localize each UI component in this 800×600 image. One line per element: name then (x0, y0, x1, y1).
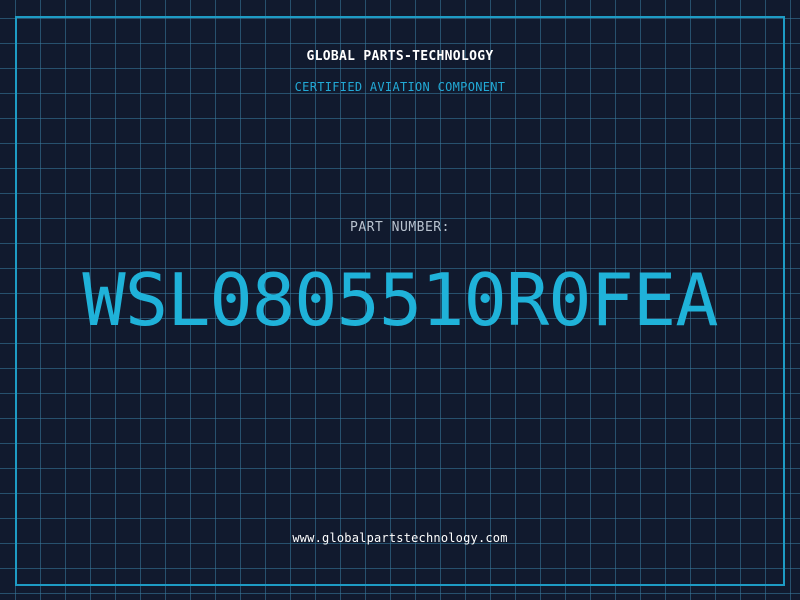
subtitle: CERTIFIED AVIATION COMPONENT (294, 80, 506, 94)
company-name: GLOBAL PARTS-TECHNOLOGY (306, 49, 494, 64)
part-number-label: PART NUMBER: (350, 220, 450, 235)
website-url: www.globalpartstechnology.com (292, 531, 508, 545)
part-number-value: WSL0805510R0FEA (82, 258, 718, 342)
